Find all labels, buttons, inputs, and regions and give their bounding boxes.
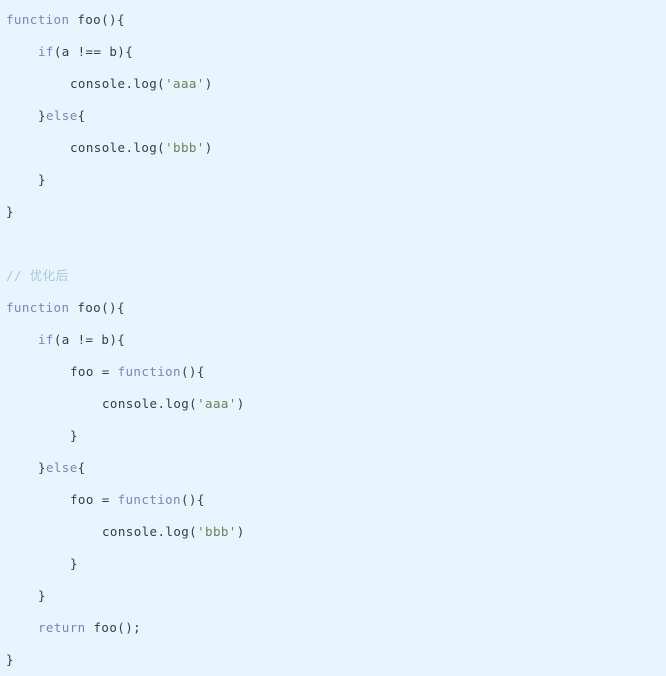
code-token-str: 'aaa' [197, 396, 237, 411]
code-line: console.log('bbb') [0, 132, 666, 164]
code-token-plain: foo(){ [69, 300, 125, 315]
code-line: }else{ [0, 100, 666, 132]
code-token-plain: foo = [70, 364, 118, 379]
code-line: if(a != b){ [0, 324, 666, 356]
code-line: } [0, 420, 666, 452]
code-line: // 优化后 [0, 260, 666, 292]
code-token-plain: ) [236, 524, 245, 539]
code-token-plain: } [70, 556, 78, 571]
code-token-plain: } [6, 652, 14, 667]
code-token-plain: (){ [180, 364, 205, 379]
code-token-kw: else [45, 460, 78, 475]
code-token-kw: function [117, 364, 181, 379]
code-token-plain: console.log( [70, 140, 166, 155]
code-token-str: 'bbb' [197, 524, 237, 539]
code-token-kw: function [6, 300, 70, 315]
code-token-plain: console.log( [70, 76, 166, 91]
code-token-str: 'aaa' [165, 76, 205, 91]
code-line: console.log('aaa') [0, 388, 666, 420]
code-token-kw: else [45, 108, 78, 123]
code-token-plain: (a !== b){ [53, 44, 134, 59]
code-token-plain: { [77, 108, 86, 123]
code-line: function foo(){ [0, 4, 666, 36]
code-token-str: 'bbb' [165, 140, 205, 155]
code-line: } [0, 644, 666, 676]
code-token-plain: } [38, 172, 46, 187]
code-token-plain: (a != b){ [53, 332, 126, 347]
code-block: function foo(){if(a !== b){console.log('… [0, 0, 666, 667]
code-line: foo = function(){ [0, 356, 666, 388]
code-line: return foo(); [0, 612, 666, 644]
code-line: } [0, 196, 666, 228]
code-token-plain: ) [204, 140, 213, 155]
code-token-plain: console.log( [102, 524, 198, 539]
code-token-plain: } [38, 460, 46, 475]
code-line: if(a !== b){ [0, 36, 666, 68]
code-token-plain: } [6, 204, 14, 219]
code-line: } [0, 580, 666, 612]
code-line: console.log('aaa') [0, 68, 666, 100]
code-token-plain: } [38, 588, 46, 603]
code-token-kw: function [117, 492, 181, 507]
code-line: }else{ [0, 452, 666, 484]
code-token-plain: } [70, 428, 78, 443]
code-token-comment: // 优化后 [6, 268, 69, 283]
code-token-kw: return [38, 620, 86, 635]
code-line: } [0, 164, 666, 196]
code-token-kw: if [38, 332, 54, 347]
code-token-plain: ) [236, 396, 245, 411]
code-token-plain: foo(){ [69, 12, 125, 27]
code-line: console.log('bbb') [0, 516, 666, 548]
code-token-plain: ) [204, 76, 213, 91]
code-token-plain: foo = [70, 492, 118, 507]
code-token-kw: if [38, 44, 54, 59]
code-token-plain: (){ [180, 492, 205, 507]
code-line: function foo(){ [0, 292, 666, 324]
code-token-plain: } [38, 108, 46, 123]
code-line: } [0, 548, 666, 580]
code-token-plain: { [77, 460, 86, 475]
code-token-plain: console.log( [102, 396, 198, 411]
code-token-kw: function [6, 12, 70, 27]
code-line: foo = function(){ [0, 484, 666, 516]
code-token-plain: foo(); [85, 620, 142, 635]
